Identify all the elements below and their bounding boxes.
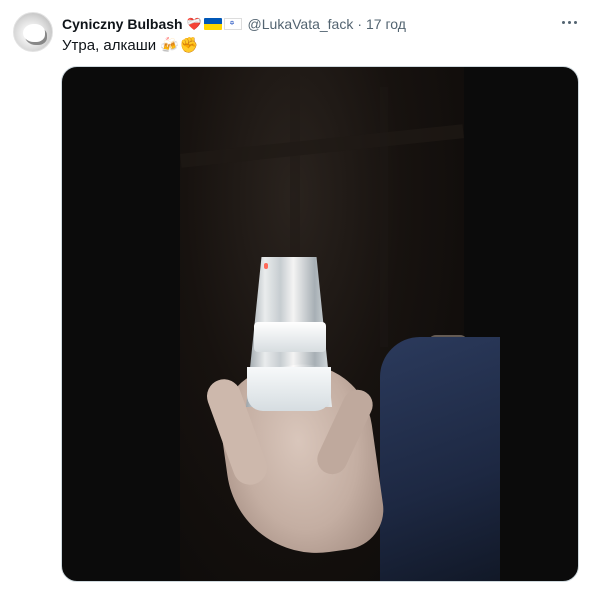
tweet-text-content: Утра, алкаши <box>62 37 157 54</box>
tweet-media-video[interactable] <box>61 66 579 582</box>
ukraine-flag-icon <box>203 18 222 30</box>
beer-mugs-icon: 🍻 <box>160 37 179 54</box>
name-badges: ❤️‍🩹 ✡ <box>187 17 242 31</box>
avatar-image <box>23 24 45 42</box>
sleeve-image <box>380 337 500 581</box>
tweet[interactable]: Cyniczny Bulbash ❤️‍🩹 ✡ @LukaVata_fack ·… <box>0 0 591 593</box>
video-frame <box>180 67 500 581</box>
user-handle[interactable]: @LukaVata_fack <box>248 16 354 32</box>
avatar[interactable] <box>13 12 53 52</box>
separator-dot: · <box>357 16 363 32</box>
tweet-text: Утра, алкаши 🍻 ✊ <box>62 36 199 56</box>
more-horizontal-icon[interactable] <box>557 12 581 32</box>
mending-heart-icon: ❤️‍🩹 <box>186 17 202 31</box>
display-name[interactable]: Cyniczny Bulbash <box>62 16 183 32</box>
timestamp[interactable]: 17 год <box>366 16 406 32</box>
tweet-header: Cyniczny Bulbash ❤️‍🩹 ✡ @LukaVata_fack ·… <box>62 14 406 34</box>
raised-fist-icon: ✊ <box>179 37 199 54</box>
israel-flag-icon: ✡ <box>223 18 242 30</box>
